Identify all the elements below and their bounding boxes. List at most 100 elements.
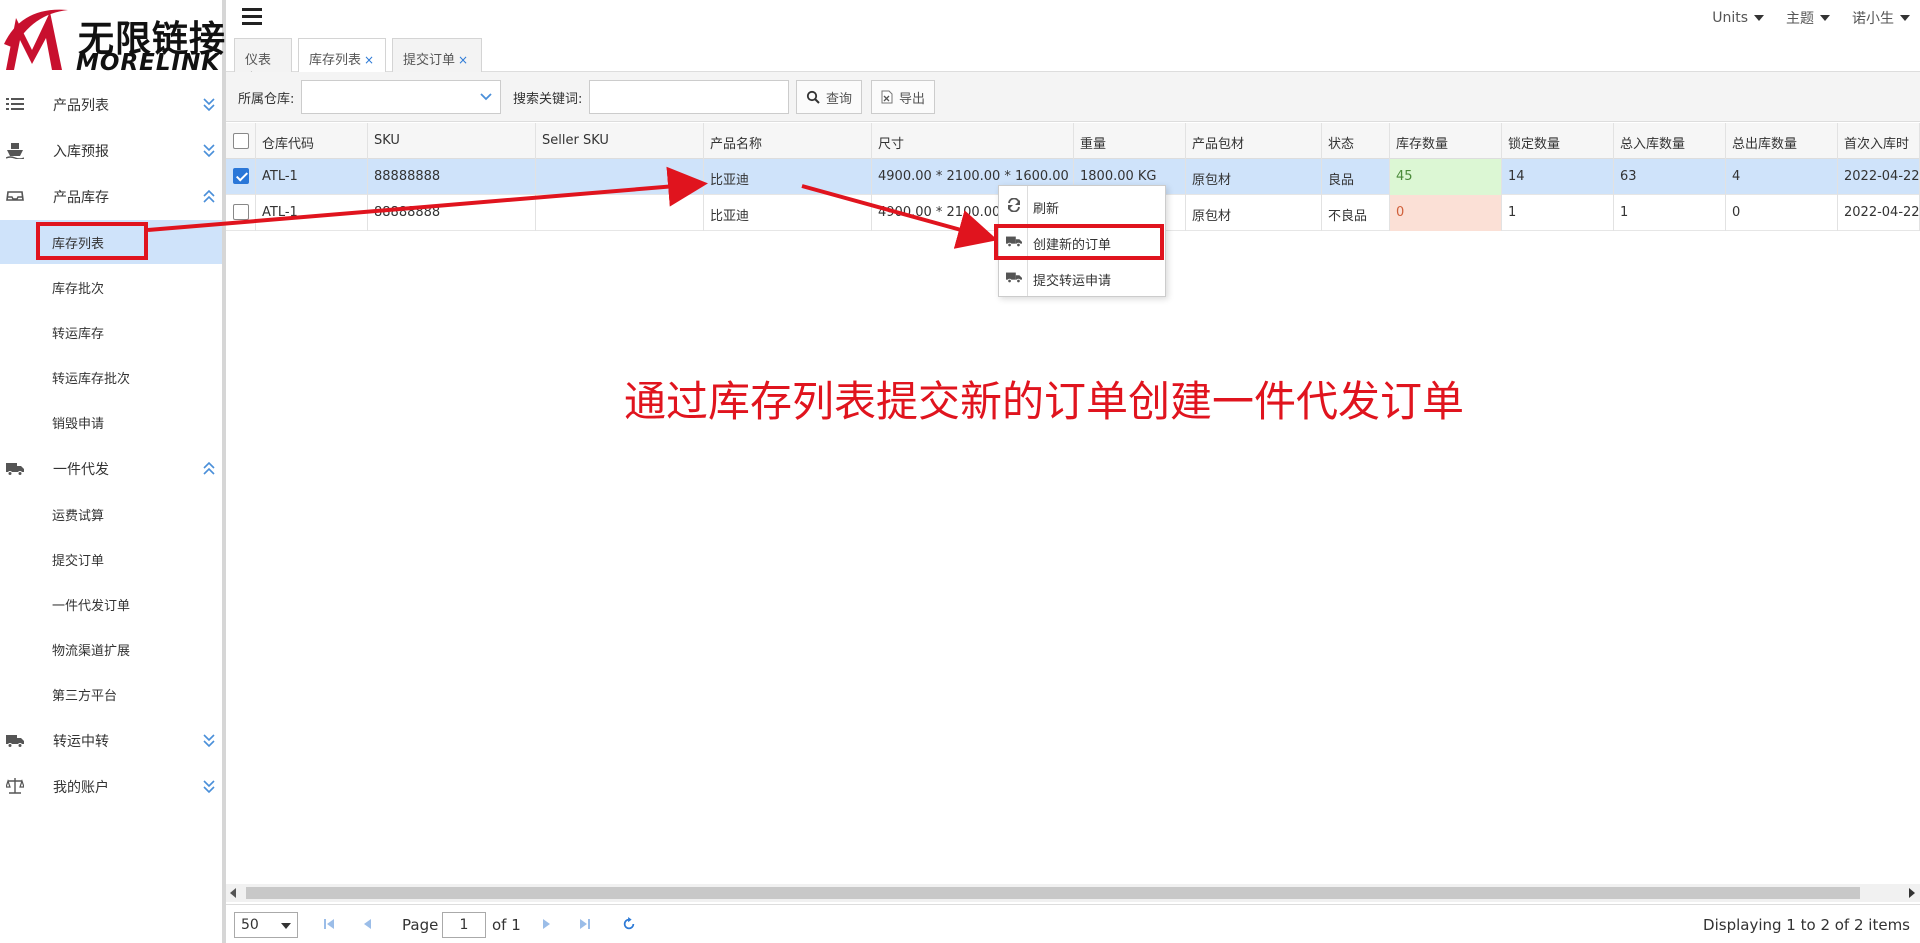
- user-menu[interactable]: 诺小生: [1852, 8, 1910, 28]
- prev-page-icon[interactable]: [360, 916, 374, 932]
- sidebar-group-label: 入库预报: [53, 144, 109, 160]
- keyword-input[interactable]: [589, 80, 789, 114]
- last-page-icon[interactable]: [578, 916, 592, 932]
- row-checkbox[interactable]: [233, 204, 249, 220]
- theme-menu[interactable]: 主题: [1786, 8, 1830, 28]
- tab-close-icon[interactable]: ×: [458, 53, 468, 67]
- sidebar-item-freight-calc[interactable]: 运费试算: [0, 492, 222, 536]
- column-header[interactable]: 总出库数量: [1726, 123, 1838, 159]
- refresh-icon[interactable]: [622, 916, 636, 932]
- select-all-checkbox[interactable]: [233, 133, 249, 149]
- page-number-input[interactable]: 1: [442, 912, 486, 938]
- tab-dashboard[interactable]: 仪表盘: [234, 38, 292, 87]
- chevron-double-up-icon: [203, 189, 215, 203]
- sidebar-item-label: 提交订单: [52, 554, 105, 569]
- pagination-summary: Displaying 1 to 2 of 2 items: [1703, 916, 1910, 934]
- table-cell: 14: [1502, 159, 1614, 195]
- horizontal-scrollbar[interactable]: [226, 884, 1920, 902]
- scroll-right-icon[interactable]: [1908, 888, 1916, 898]
- column-header[interactable]: 总入库数量: [1614, 123, 1726, 159]
- table-cell: 88888888: [368, 195, 536, 231]
- sidebar-item-third-party[interactable]: 第三方平台: [0, 672, 222, 716]
- column-header[interactable]: 重量: [1074, 123, 1186, 159]
- scroll-thumb[interactable]: [246, 887, 1860, 899]
- sidebar-item-label: 转运库存: [52, 327, 105, 342]
- pagination-bar: 50 Page 1 of 1 Displaying 1 to 2 of 2 it…: [226, 904, 1920, 943]
- sidebar-group-product-inventory[interactable]: 产品库存: [0, 174, 222, 218]
- app-window: 无限链接 MORELINK 产品列表 入库预报 产品库存 库存列表 库存批次 转…: [0, 0, 1920, 943]
- excel-file-icon: [881, 90, 893, 104]
- column-header[interactable]: 首次入库时: [1838, 123, 1920, 159]
- sidebar-group-product-list[interactable]: 产品列表: [0, 82, 222, 126]
- sidebar-group-my-account[interactable]: 我的账户: [0, 764, 222, 808]
- theme-label: 主题: [1786, 11, 1814, 27]
- sidebar-group-inbound-forecast[interactable]: 入库预报: [0, 128, 222, 172]
- morelink-logo-mark: [4, 9, 68, 70]
- column-header[interactable]: Seller SKU: [536, 123, 704, 159]
- table-cell: 63: [1614, 159, 1726, 195]
- sidebar-item-label: 一件代发订单: [52, 599, 131, 614]
- caret-down-icon: [281, 923, 291, 929]
- annotation-caption: 通过库存列表提交新的订单创建一件代发订单: [624, 377, 1465, 426]
- sidebar-item-inventory-list[interactable]: 库存列表: [0, 220, 222, 264]
- scroll-left-icon[interactable]: [229, 888, 237, 898]
- tab-submit-order[interactable]: 提交订单 ×: [392, 38, 482, 72]
- sidebar-item-inventory-batch[interactable]: 库存批次: [0, 265, 222, 309]
- tab-strip: 仪表盘 库存列表× 提交订单×: [226, 34, 1920, 87]
- sidebar-item-dropship-orders[interactable]: 一件代发订单: [0, 582, 222, 626]
- sidebar-item-label: 转运库存批次: [52, 372, 131, 387]
- sidebar-item-label: 运费试算: [52, 509, 105, 524]
- truck-icon: [6, 463, 24, 476]
- keyword-label: 搜索关键词:: [513, 92, 583, 107]
- sidebar-item-submit-order[interactable]: 提交订单: [0, 537, 222, 581]
- table-cell: 4: [1726, 159, 1838, 195]
- truck-icon: [6, 735, 24, 748]
- column-header[interactable]: 锁定数量: [1502, 123, 1614, 159]
- menu-item-label: 提交转运申请: [1033, 274, 1112, 289]
- menu-item-submit-transfer[interactable]: 提交转运申请: [999, 260, 1165, 294]
- tab-inventory-list[interactable]: 库存列表 ×: [298, 38, 386, 72]
- truck-icon: [1006, 236, 1022, 248]
- search-button[interactable]: 查询: [796, 80, 863, 114]
- caret-down-icon: [1900, 15, 1910, 21]
- select-all-cell: [226, 123, 256, 159]
- warehouse-select[interactable]: [301, 80, 501, 114]
- top-right-menu: Units 主题 诺小生: [1712, 8, 1910, 28]
- page-size-select[interactable]: 50: [234, 912, 298, 938]
- ship-icon: [6, 143, 24, 159]
- column-header[interactable]: 库存数量: [1390, 123, 1502, 159]
- column-header[interactable]: SKU: [368, 123, 536, 159]
- sidebar-item-logistics-channel[interactable]: 物流渠道扩展: [0, 627, 222, 671]
- column-header[interactable]: 产品名称: [704, 123, 872, 159]
- first-page-icon[interactable]: [322, 916, 336, 932]
- menu-item-refresh[interactable]: 刷新: [999, 188, 1165, 222]
- stock-qty-cell: 45: [1390, 159, 1502, 195]
- column-header[interactable]: 状态: [1322, 123, 1390, 159]
- next-page-icon[interactable]: [540, 916, 554, 932]
- sidebar-item-destroy-request[interactable]: 销毁申请: [0, 400, 222, 444]
- row-checkbox[interactable]: [233, 168, 249, 184]
- units-label: Units: [1712, 10, 1748, 26]
- row-select-cell: [226, 195, 256, 231]
- menu-toggle-icon[interactable]: [242, 8, 262, 26]
- table-cell: 原包材: [1186, 159, 1322, 195]
- sidebar-group-transfer[interactable]: 转运中转: [0, 718, 222, 762]
- export-button[interactable]: 导出: [871, 80, 936, 114]
- chevron-double-down-icon: [203, 780, 215, 794]
- units-menu[interactable]: Units: [1712, 8, 1764, 28]
- table-cell: 88888888: [368, 159, 536, 195]
- tab-close-icon[interactable]: ×: [364, 53, 374, 67]
- menu-item-create-order[interactable]: 创建新的订单: [999, 224, 1165, 258]
- column-header[interactable]: 产品包材: [1186, 123, 1322, 159]
- column-header[interactable]: 尺寸: [872, 123, 1074, 159]
- sidebar-item-label: 库存列表: [52, 237, 105, 252]
- chevron-double-down-icon: [203, 98, 215, 112]
- sidebar-group-dropshipping[interactable]: 一件代发: [0, 446, 222, 490]
- sidebar-group-label: 产品列表: [53, 98, 109, 114]
- sidebar-item-transfer-inventory-batch[interactable]: 转运库存批次: [0, 355, 222, 399]
- table-cell: 1: [1614, 195, 1726, 231]
- warehouse-label: 所属仓库:: [238, 92, 295, 107]
- sidebar-group-label: 产品库存: [53, 190, 109, 206]
- column-header[interactable]: 仓库代码: [256, 123, 368, 159]
- sidebar-item-transfer-inventory[interactable]: 转运库存: [0, 310, 222, 354]
